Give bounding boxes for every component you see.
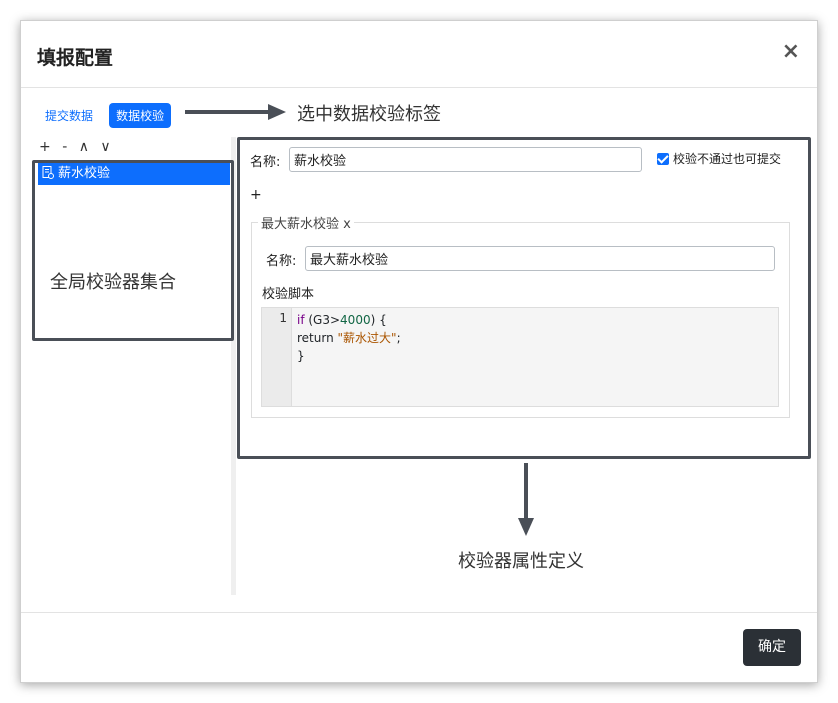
tab-bar: 提交数据 数据校验: [38, 103, 175, 128]
tab-data-validation[interactable]: 数据校验: [109, 103, 172, 128]
annotation-box-props: [237, 137, 811, 459]
validator-toolbar: + - ∧ ∨: [39, 139, 118, 155]
annotation-list-hint: 全局校验器集合: [50, 272, 176, 293]
dialog-footer: [21, 612, 817, 613]
tab-submit-data[interactable]: 提交数据: [38, 103, 100, 128]
move-up-button[interactable]: ∧: [79, 139, 89, 155]
annotation-props-hint: 校验器属性定义: [458, 551, 584, 572]
dialog-title: 填报配置: [37, 47, 114, 69]
remove-validator-button[interactable]: -: [62, 139, 67, 155]
move-down-button[interactable]: ∨: [100, 139, 110, 155]
close-button[interactable]: ×: [782, 41, 800, 63]
ok-button[interactable]: 确定: [743, 629, 801, 666]
annotation-box-list: [32, 160, 234, 341]
annotation-tab-hint: 选中数据校验标签: [297, 104, 441, 125]
dialog-header: 填报配置 ×: [21, 21, 817, 88]
add-validator-button[interactable]: +: [39, 139, 51, 155]
